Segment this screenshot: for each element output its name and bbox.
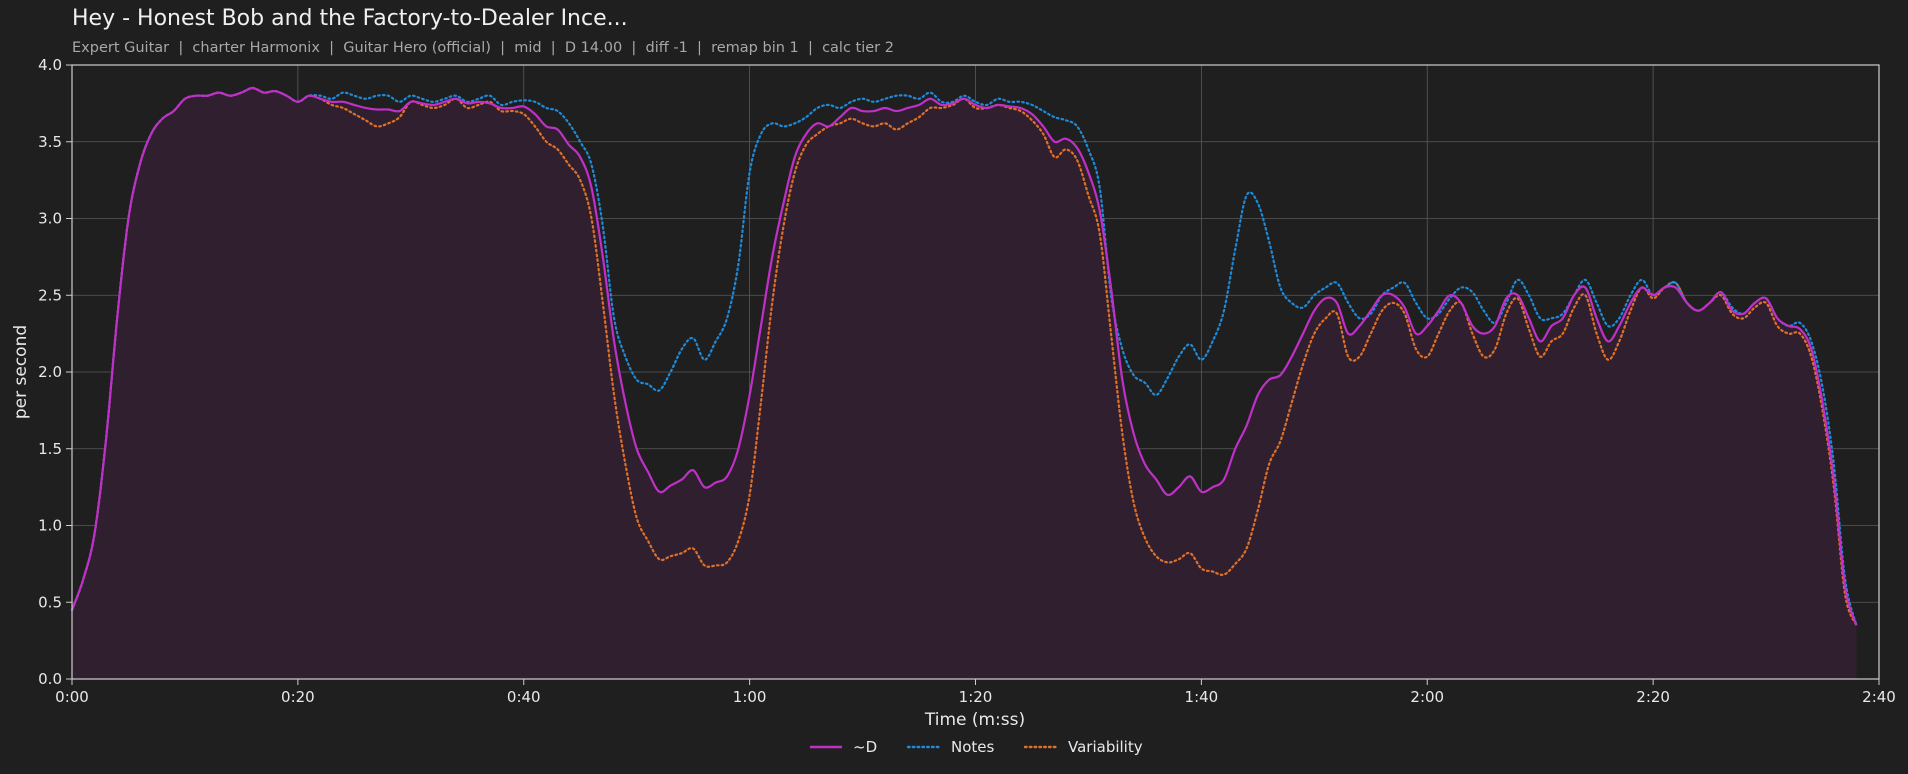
x-tick-label: 2:40 bbox=[1862, 688, 1896, 706]
legend: ~D Notes Variability bbox=[810, 738, 1143, 756]
y-tick-label: 3.0 bbox=[38, 210, 62, 228]
x-tick-label: 0:40 bbox=[507, 688, 541, 706]
x-tick-label: 1:00 bbox=[733, 688, 767, 706]
y-tick-label: 0.5 bbox=[38, 593, 62, 611]
y-tick-label: 4.0 bbox=[38, 56, 62, 74]
x-tick-label: 2:20 bbox=[1636, 688, 1670, 706]
y-tick-label: 2.5 bbox=[38, 286, 62, 304]
x-axis-ticks: 0:00 0:20 0:40 1:00 1:20 1:40 2:00 2:20 2:40 bbox=[55, 679, 1896, 706]
x-axis-label: Time (m:ss) bbox=[924, 710, 1025, 730]
x-tick-label: 0:20 bbox=[281, 688, 315, 706]
x-tick-label: 1:20 bbox=[959, 688, 993, 706]
y-tick-label: 3.5 bbox=[38, 133, 62, 151]
legend-label: ~D bbox=[853, 738, 877, 756]
y-tick-label: 1.0 bbox=[38, 517, 62, 535]
x-tick-label: 1:40 bbox=[1185, 688, 1219, 706]
legend-label: Notes bbox=[951, 738, 995, 756]
x-tick-label: 2:00 bbox=[1410, 688, 1444, 706]
y-tick-label: 0.0 bbox=[38, 670, 62, 688]
line-chart: 0:00 0:20 0:40 1:00 1:20 1:40 2:00 2:20 2:40 0.0… bbox=[11, 56, 1896, 756]
legend-label: Variability bbox=[1068, 738, 1143, 756]
y-tick-label: 1.5 bbox=[38, 440, 62, 458]
y-axis-label: per second bbox=[11, 325, 31, 419]
y-axis-ticks: 0.0 0.5 1.0 1.5 2.0 2.5 3.0 3.5 4.0 bbox=[38, 56, 72, 688]
y-tick-label: 2.0 bbox=[38, 363, 62, 381]
x-tick-label: 0:00 bbox=[55, 688, 89, 706]
